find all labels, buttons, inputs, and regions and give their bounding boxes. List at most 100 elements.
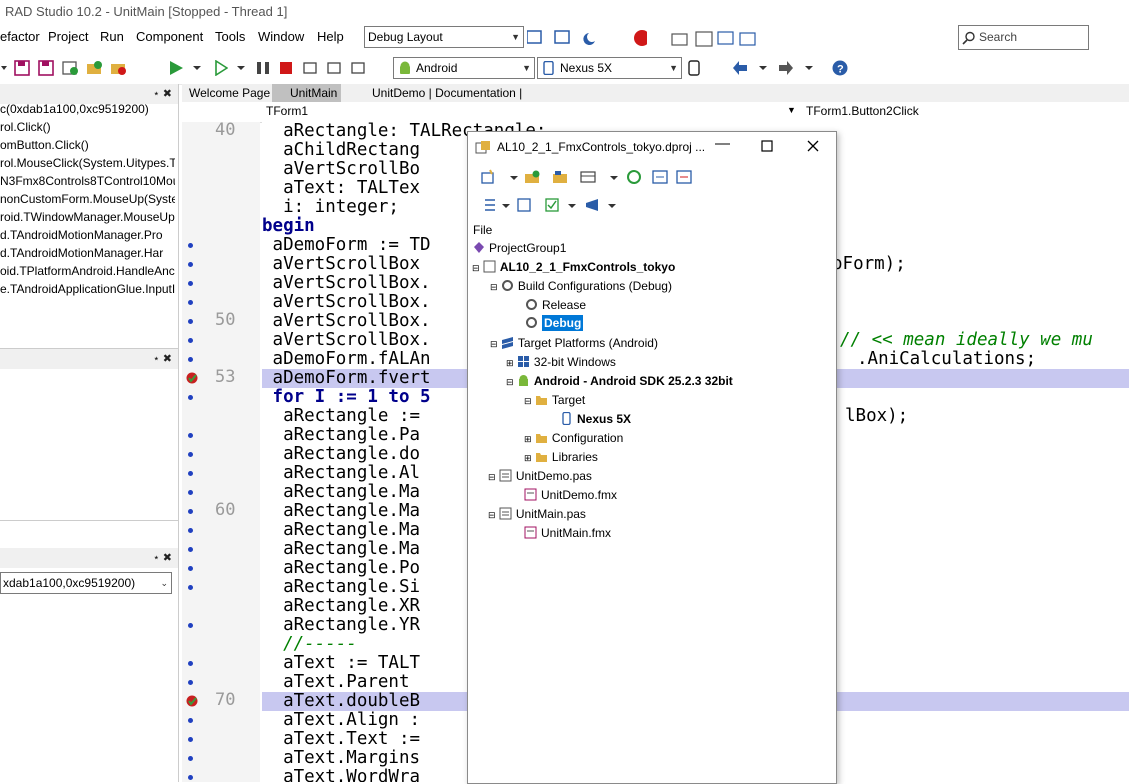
tree-item-release[interactable]: Release	[525, 298, 586, 312]
run-dropdown-icon[interactable]	[190, 60, 206, 76]
call-stack-item[interactable]: c(0xdab1a100,0xc9519200)	[0, 102, 175, 116]
dropdown-arrow-icon[interactable]	[506, 169, 522, 185]
run-without-debug-icon[interactable]	[212, 60, 228, 76]
breakpoint-active-icon[interactable]	[185, 371, 199, 385]
menu-file[interactable]: File	[473, 223, 492, 237]
call-stack-item[interactable]: d.TAndroidMotionManager.Har	[0, 246, 175, 260]
call-stack-item[interactable]: roid.TWindowManager.MouseUp	[0, 210, 175, 224]
breakpoint-dot[interactable]	[188, 737, 193, 742]
chevron-down-icon[interactable]: ▼	[787, 105, 796, 115]
call-stack-item[interactable]: N3Fmx8Controls8TControl10Mou	[0, 174, 175, 188]
dropdown-arrow-icon[interactable]	[498, 197, 514, 213]
tree-item-debug[interactable]: Debug	[525, 315, 584, 331]
breakpoint-dot[interactable]	[188, 243, 193, 248]
pin-close-icon[interactable]: ⋆ ✖	[153, 352, 172, 365]
breakpoint-dot[interactable]	[188, 585, 193, 590]
breakpoint-dot[interactable]	[188, 756, 193, 761]
call-stack-item[interactable]: nonCustomForm.MouseUp(Syster	[0, 192, 175, 206]
stop-icon[interactable]	[278, 60, 294, 76]
step-over-icon[interactable]	[302, 60, 318, 76]
maximize-button[interactable]	[761, 140, 773, 152]
breakpoint-dot[interactable]	[188, 262, 193, 267]
menu-tools[interactable]: Tools	[215, 29, 245, 44]
tab-unitmain[interactable]: UnitMain	[272, 84, 342, 102]
device-selector[interactable]: Nexus 5X ▼	[537, 57, 682, 79]
call-stack-item[interactable]: rol.MouseClick(System.Uitypes.T	[0, 156, 175, 170]
view-icon[interactable]	[580, 169, 596, 185]
call-stack-item[interactable]: d.TAndroidMotionManager.Pro	[0, 228, 175, 242]
save-icon[interactable]	[14, 60, 30, 76]
breakpoint-dot[interactable]	[188, 680, 193, 685]
menu-refactor[interactable]: efactor	[0, 29, 40, 44]
pause-icon[interactable]	[255, 60, 271, 76]
add-file-icon[interactable]	[86, 60, 102, 76]
pin-close-icon[interactable]: ⋆ ✖	[153, 551, 172, 564]
breakpoint-dot[interactable]	[188, 281, 193, 286]
sort-icon[interactable]	[480, 197, 496, 213]
expand-all-icon[interactable]	[652, 169, 668, 185]
minimize-button[interactable]: —	[715, 135, 730, 152]
layout-selector[interactable]: Debug Layout ▼	[364, 26, 524, 48]
platform-selector[interactable]: Android ▼	[393, 57, 535, 79]
menu-run[interactable]: Run	[100, 29, 124, 44]
breakpoint-dot[interactable]	[188, 775, 193, 780]
unit-selector[interactable]: TForm1	[266, 104, 308, 118]
menu-component[interactable]: Component	[136, 29, 203, 44]
tree-item-target-platforms[interactable]: ⊟ Target Platforms (Android)	[490, 336, 658, 350]
search-input[interactable]: Search	[958, 25, 1089, 50]
tree-item-unitmain-fmx[interactable]: UnitMain.fmx	[524, 526, 611, 540]
tree-item-configuration[interactable]: ⊞ Configuration	[524, 431, 623, 445]
new-item-icon[interactable]	[480, 169, 496, 185]
dropdown-arrow-icon[interactable]	[564, 197, 580, 213]
collapse-all-icon[interactable]	[676, 169, 692, 185]
breakpoint-dot[interactable]	[188, 319, 193, 324]
local-vars-combo[interactable]: xdab1a100,0xc9519200) ⌄	[0, 572, 172, 594]
dropdown-arrow-icon[interactable]	[604, 197, 620, 213]
device-refresh-icon[interactable]	[686, 60, 702, 76]
method-selector[interactable]: TForm1.Button2Click	[806, 104, 919, 118]
back-arrow-icon[interactable]	[732, 60, 748, 76]
call-stack-item[interactable]: e.TAndroidApplicationGlue.InputI	[0, 282, 175, 296]
add-to-project-icon[interactable]	[524, 169, 540, 185]
sync-icon[interactable]	[626, 169, 642, 185]
tree-item-android[interactable]: ⊟ Android - Android SDK 25.2.3 32bit	[506, 374, 733, 388]
breakpoint-dot[interactable]	[188, 623, 193, 628]
forward-arrow-icon[interactable]	[778, 60, 794, 76]
options-icon[interactable]	[516, 197, 532, 213]
pin-close-icon[interactable]: ⋆ ✖	[153, 87, 172, 100]
breakpoint-dot[interactable]	[188, 528, 193, 533]
run-dropdown-icon-2[interactable]	[234, 60, 250, 76]
tree-item-target[interactable]: ⊟ Target	[524, 393, 585, 407]
trace-into-icon[interactable]	[326, 60, 342, 76]
build-icon[interactable]	[544, 197, 560, 213]
dropdown-arrow-icon[interactable]	[606, 169, 622, 185]
breakpoint-dot[interactable]	[188, 395, 193, 400]
breakpoint-dot[interactable]	[188, 452, 193, 457]
close-button[interactable]	[807, 140, 819, 152]
call-stack-item[interactable]: omButton.Click()	[0, 138, 175, 152]
menu-window[interactable]: Window	[258, 29, 304, 44]
breakpoint-dot[interactable]	[188, 566, 193, 571]
tree-item-group[interactable]: ProjectGroup1	[472, 241, 566, 255]
menu-project[interactable]: Project	[48, 29, 88, 44]
breakpoint-dot[interactable]	[188, 357, 193, 362]
breakpoint-dot[interactable]	[188, 509, 193, 514]
breakpoint-dot[interactable]	[188, 300, 193, 305]
tree-item-unitdemo-fmx[interactable]: UnitDemo.fmx	[524, 488, 617, 502]
tab-welcome-page[interactable]: Welcome Page	[189, 84, 270, 102]
run-to-cursor-icon[interactable]	[350, 60, 366, 76]
tree-item-project[interactable]: ⊟ AL10_2_1_FmxControls_tokyo	[472, 260, 675, 274]
build-all-icon[interactable]	[584, 197, 600, 213]
breakpoint-active-icon[interactable]	[185, 694, 199, 708]
tree-item-unitdemo-pas[interactable]: ⊟ UnitDemo.pas	[488, 469, 592, 483]
remove-file-icon[interactable]	[110, 60, 126, 76]
tab-unitdemo[interactable]: UnitDemo | Documentation |	[354, 84, 522, 102]
breakpoint-dot[interactable]	[188, 547, 193, 552]
run-icon[interactable]	[168, 60, 184, 76]
breakpoint-dot[interactable]	[188, 471, 193, 476]
menu-help[interactable]: Help	[317, 29, 344, 44]
tree-item-libraries[interactable]: ⊞ Libraries	[524, 450, 598, 464]
tree-item-build-configs[interactable]: ⊟ Build Configurations (Debug)	[490, 279, 672, 293]
breakpoint-dot[interactable]	[188, 338, 193, 343]
open-project-icon[interactable]	[62, 60, 78, 76]
